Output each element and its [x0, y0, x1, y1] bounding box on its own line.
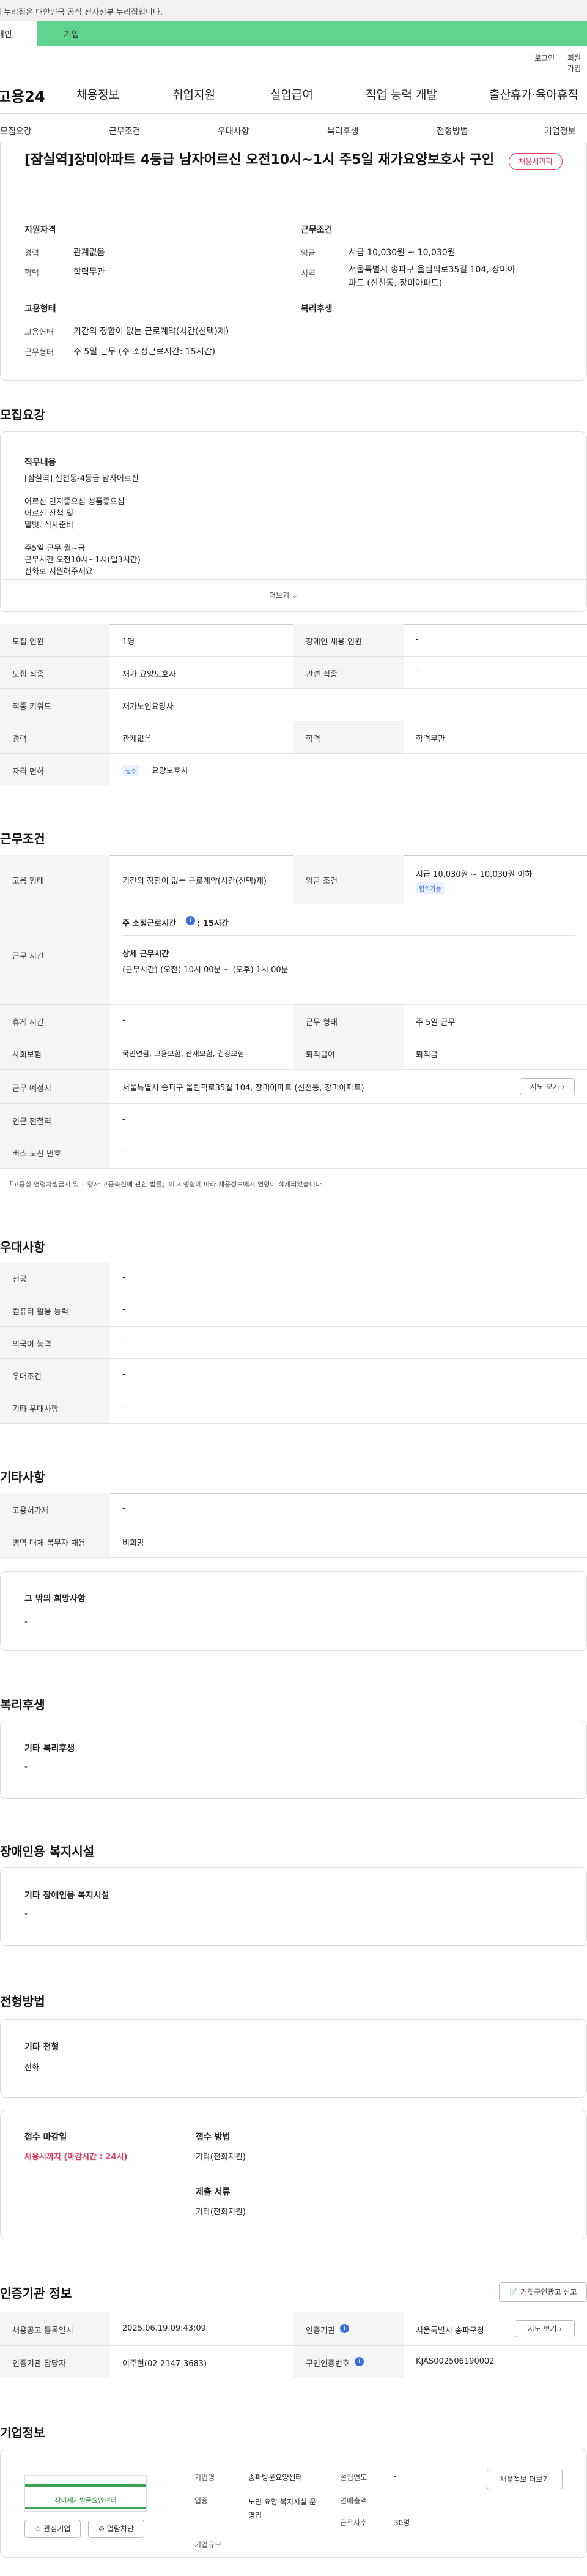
divider — [1, 579, 586, 580]
etc-heading: 기타사항 — [0, 1470, 45, 1484]
table-row: 근무 시간 주 소정근로시간 i : 15시간 상세 근무시간 (근무시간) (… — [0, 904, 587, 1005]
table-row: 직종 키워드 재가노인요양사 — [0, 689, 587, 721]
signup-link[interactable]: 회원가입 — [567, 53, 587, 73]
table-row: 자격 면허 필수 요양보호사 — [0, 754, 587, 786]
qualification-heading: 지원자격 — [24, 225, 56, 235]
site-logo[interactable]: 고용24 — [0, 84, 45, 106]
table-row: 고용 형태 기간의 정함이 없는 근로계약(시간(선택)제) 임금 조건 시급 … — [0, 855, 587, 904]
deadline-value: 채용시까지 (마감시간 : 24시) — [24, 2153, 128, 2162]
table-row: 경력 관계없음 학력 학력무관 — [0, 721, 587, 754]
more-button[interactable]: 더보기 ⌄ — [269, 590, 298, 600]
qual-value: 학력무관 — [73, 267, 105, 277]
company-heading: 기업정보 — [0, 2425, 45, 2440]
info-icon[interactable]: i — [186, 916, 195, 925]
table-row: 기타 우대사항 - — [0, 1391, 587, 1424]
qual-label: 학력 — [24, 269, 39, 278]
divider — [0, 113, 587, 114]
age-notice: 「고용상 연령차별금지 및 고령자 고용촉진에 관한 법률」이 시행함에 따라 … — [6, 1180, 324, 1188]
welfare-card — [0, 1721, 587, 1799]
selection-heading: 전형방법 — [0, 1994, 45, 2009]
emp-value: 기간의 정함이 없는 근로계약(시간(선택)제) — [73, 327, 229, 337]
cond-label: 지역 — [301, 269, 316, 278]
disabled-facility-heading: 장애인용 복지시설 — [0, 1844, 95, 1859]
disabled-facility-card — [0, 1867, 587, 1946]
subnav-company[interactable]: 기업정보 — [544, 125, 576, 137]
cond-value: 서울특별시 송파구 올림픽로35길 104, 장미아파트 (신천동, 장미아파트… — [349, 265, 515, 288]
info-icon[interactable]: i — [340, 2324, 349, 2333]
table-row: 병역 대체 복무자 채용 비희망 — [0, 1525, 587, 1558]
report-button[interactable]: 📄 거짓구인광고 신고 — [499, 2282, 587, 2302]
subnav-welfare[interactable]: 복리후생 — [327, 125, 359, 137]
gov-notice: 이 누리집은 대한민국 공식 전자정부 누리집입니다. — [0, 0, 587, 21]
table-row: 인증기관 담당자 이주현(02-2147-3683) 구인인증번호 i KJAS… — [0, 2346, 587, 2378]
subnav-recruit[interactable]: 모집요강 — [0, 125, 32, 137]
map-button[interactable]: 지도 보기 › — [520, 1078, 575, 1095]
required-chip: 필수 — [122, 765, 140, 776]
qual-label: 경력 — [24, 249, 39, 258]
interest-button[interactable]: ☆ 관심기업 — [24, 2520, 81, 2538]
chevron-right-icon: › — [559, 2325, 563, 2333]
gnb-item-jobs[interactable]: 채용정보 — [76, 86, 119, 102]
emp-label: 고용형태 — [24, 328, 54, 337]
emp-value: 주 5일 근무 (주 소정근로시간: 15시간) — [73, 347, 216, 357]
agency-heading: 인증기관 정보 — [0, 2286, 72, 2301]
selection-card — [0, 2019, 587, 2098]
table-row: 인근 전철역 - — [0, 1104, 587, 1136]
table-row: 근무 예정지 서울특별시 송파구 올림픽로35길 104, 장미아파트 (신천동… — [0, 1070, 587, 1104]
job-desc-title: 직무내용 — [24, 458, 56, 467]
subnav-preference[interactable]: 우대사항 — [218, 125, 249, 137]
login-link[interactable]: 로그인 — [534, 53, 555, 63]
star-icon: ☆ — [34, 2525, 42, 2533]
table-row: 휴게 시간 - 근무 형태 주 5일 근무 — [0, 1005, 587, 1037]
preference-heading: 우대사항 — [0, 1240, 45, 1254]
subnav-conditions[interactable]: 근무조건 — [109, 125, 141, 137]
gnb-item-support[interactable]: 취업지원 — [172, 86, 215, 102]
qual-value: 관계없음 — [73, 248, 105, 258]
cond-label: 임금 — [301, 249, 316, 258]
gnb-item-leave[interactable]: 출산휴가·육아휴직 — [489, 86, 578, 102]
cond-value: 시급 10,030원 ~ 10,030원 — [349, 248, 456, 258]
subnav-selection[interactable]: 전형방법 — [437, 125, 468, 137]
table-row: 모집 인원 1명 장애인 채용 인원 - — [0, 624, 587, 657]
tab-company[interactable]: 기업 — [64, 28, 79, 40]
table-row: 채용공고 등록일시 2025.06.19 09:43:09 인증기관 i 서울특… — [0, 2312, 587, 2346]
table-row: 컴퓨터 활용 능력 - — [0, 1294, 587, 1327]
tab-individual[interactable]: 개인 — [0, 21, 37, 46]
recruit-heading: 모집요강 — [0, 408, 45, 422]
document-icon: 📄 — [509, 2288, 519, 2296]
user-type-tabs — [0, 21, 587, 46]
company-jobs-button[interactable]: 채용정보 더보기 — [487, 2470, 563, 2489]
table-row: 외국어 능력 - — [0, 1327, 587, 1359]
chevron-down-icon: ⌄ — [291, 591, 298, 600]
job-desc-body: [잠실역] 신천동-4등급 남자어르신 어르신 인지좋으심 성품좋으심 어르신 … — [24, 474, 141, 576]
block-icon: ⊘ — [98, 2525, 105, 2533]
emp-label: 근무형태 — [24, 348, 54, 357]
deadline-badge: 채용시까지 — [509, 153, 563, 170]
company-logo: 장미재가방문요양센터 — [24, 2475, 147, 2512]
gnb-item-training[interactable]: 직업 능력 개발 — [366, 86, 437, 102]
table-row: 전공 - — [0, 1262, 587, 1294]
negotiable-chip: 협의가능 — [416, 882, 445, 894]
conditions-heading: 근무조건 — [301, 225, 333, 235]
table-row: 사회보험 국민연금, 고용보험, 산재보험, 건강보험 퇴직급여 퇴직금 — [0, 1037, 587, 1070]
gnb-item-benefit[interactable]: 실업급여 — [270, 86, 313, 102]
work-heading: 근무조건 — [0, 832, 45, 846]
block-button[interactable]: ⊘ 열람차단 — [88, 2520, 144, 2538]
table-row: 고용허가제 - — [0, 1493, 587, 1525]
employment-heading: 고용형태 — [24, 304, 56, 314]
agency-map-button[interactable]: 지도 보기 › — [515, 2320, 575, 2337]
table-row: 버스 노선 번호 - — [0, 1136, 587, 1169]
table-row: 우대조건 - — [0, 1359, 587, 1391]
page-title: [잠실역]장미아파트 4등급 남자어르신 오전10시~1시 주5일 재가요양보호… — [24, 152, 495, 168]
benefits-heading: 복리후생 — [301, 304, 333, 314]
welfare-heading: 복리후생 — [0, 1697, 45, 1712]
info-icon[interactable]: i — [355, 2357, 364, 2366]
chevron-right-icon: › — [561, 1082, 565, 1091]
table-row: 모집 직종 재가 요양보호사 관련 직종 - — [0, 657, 587, 689]
application-card — [0, 2110, 587, 2239]
other-wishes-card — [0, 1571, 587, 1651]
